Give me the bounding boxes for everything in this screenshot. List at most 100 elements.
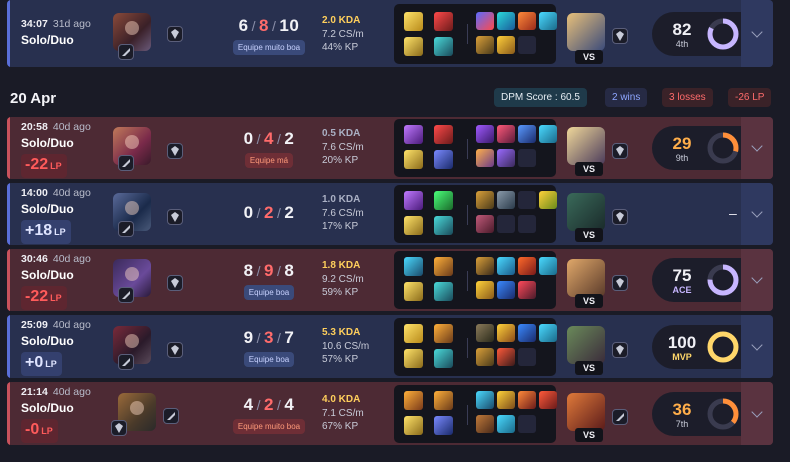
score-value: 75 xyxy=(672,266,692,285)
score-badge: 100 MVP xyxy=(652,325,752,369)
match-row[interactable]: 30:46 40d ago Solo/Duo -22 LP 8/9/8 Equipe… xyxy=(7,249,773,311)
item-icon[interactable] xyxy=(497,324,515,342)
cs-per-min: 9.2 CS/m xyxy=(322,273,364,285)
lp-value: +0 xyxy=(25,354,44,371)
item-icon[interactable] xyxy=(497,125,515,143)
assists: 2 xyxy=(284,203,295,222)
match-row[interactable]: 34:07 31d ago Solo/Duo 6/8/10 Equipe muit… xyxy=(7,0,773,67)
rune-icon xyxy=(404,416,423,435)
item-icon[interactable] xyxy=(476,348,494,366)
match-row[interactable]: 20:58 40d ago Solo/Duo -22 LP 0/4/2 Equipe… xyxy=(7,117,773,179)
kda-block: 4/2/4 Equipe muito boa xyxy=(207,395,331,434)
lp-change: +0 LP xyxy=(21,352,62,376)
assists: 2 xyxy=(284,129,295,148)
summoner-spell-icon xyxy=(434,257,453,276)
kda-ratio: 0.5 KDA xyxy=(322,128,361,139)
kill-participation: 20% KP xyxy=(322,155,359,166)
item-icon[interactable] xyxy=(497,257,515,275)
score-rank: MVP xyxy=(672,352,692,362)
item-icon[interactable] xyxy=(539,391,557,409)
rune-icon xyxy=(167,209,183,225)
item-icon[interactable] xyxy=(539,125,557,143)
item-icon[interactable] xyxy=(476,391,494,409)
score-ring xyxy=(707,331,739,363)
item-icon[interactable] xyxy=(539,324,557,342)
item-slot-empty xyxy=(518,348,536,366)
item-icon[interactable] xyxy=(476,257,494,275)
divider xyxy=(467,338,468,358)
item-icon[interactable] xyxy=(476,215,494,233)
match-row[interactable]: 25:09 40d ago Solo/Duo +0 LP 9/3/7 Equipe … xyxy=(7,315,773,378)
expand-button[interactable] xyxy=(741,117,773,179)
opponent-portrait xyxy=(567,326,605,364)
lp-unit: LP xyxy=(45,359,57,369)
item-icon[interactable] xyxy=(497,391,515,409)
item-icon[interactable] xyxy=(497,191,515,209)
item-icon[interactable] xyxy=(476,12,494,30)
item-icon[interactable] xyxy=(476,324,494,342)
expand-button[interactable] xyxy=(741,0,773,67)
match-date: 40d ago xyxy=(52,253,91,265)
item-icon[interactable] xyxy=(476,281,494,299)
lp-unit: LP xyxy=(54,227,66,237)
team-tag: Equipe má xyxy=(244,153,294,168)
match-date: 31d ago xyxy=(52,18,91,30)
chevron-down-icon xyxy=(751,25,763,38)
match-duration: 25:09 xyxy=(21,319,48,331)
item-icon[interactable] xyxy=(518,12,536,30)
item-icon[interactable] xyxy=(497,415,515,433)
item-icon[interactable] xyxy=(476,415,494,433)
expand-button[interactable] xyxy=(741,183,773,245)
item-icon[interactable] xyxy=(497,36,515,54)
kda-ratio: 1.8 KDA xyxy=(322,260,361,271)
item-icon[interactable] xyxy=(539,12,557,30)
item-slot-empty xyxy=(497,215,515,233)
result-accent xyxy=(7,117,10,179)
expand-button[interactable] xyxy=(741,315,773,378)
divider xyxy=(467,139,468,159)
summoner-spell-icon xyxy=(404,191,423,210)
score-value: – xyxy=(729,205,737,221)
expand-button[interactable] xyxy=(741,382,773,445)
item-icon[interactable] xyxy=(518,324,536,342)
assists: 8 xyxy=(284,261,295,280)
kda-block: 8/9/8 Equipe boa xyxy=(207,261,331,300)
item-icon[interactable] xyxy=(476,191,494,209)
item-icon[interactable] xyxy=(476,36,494,54)
build-panel xyxy=(394,4,557,64)
item-icon[interactable] xyxy=(539,257,557,275)
queue-type: Solo/Duo xyxy=(21,268,74,282)
item-icon[interactable] xyxy=(539,191,557,209)
match-date: 40d ago xyxy=(52,386,91,398)
expand-button[interactable] xyxy=(741,249,773,311)
item-icon[interactable] xyxy=(497,149,515,167)
item-icon[interactable] xyxy=(518,257,536,275)
match-meta: 25:09 40d ago Solo/Duo +0 LP xyxy=(21,319,113,376)
item-icon[interactable] xyxy=(497,348,515,366)
opponent-portrait xyxy=(567,393,605,431)
item-icon[interactable] xyxy=(476,149,494,167)
score-rank: 4th xyxy=(675,39,689,49)
item-icon[interactable] xyxy=(518,391,536,409)
deaths: 8 xyxy=(259,16,269,35)
score-value: 100 xyxy=(667,333,697,352)
score-ring xyxy=(707,398,739,430)
score-rank: 7th xyxy=(675,419,689,429)
item-icon[interactable] xyxy=(497,12,515,30)
role-icon xyxy=(612,28,628,44)
queue-type: Solo/Duo xyxy=(21,401,74,415)
match-duration: 20:58 xyxy=(21,121,48,133)
match-duration: 21:14 xyxy=(21,386,48,398)
score-badge: 82 4th xyxy=(652,12,752,56)
match-stats: 0.5 KDA 7.6 CS/m 20% KP xyxy=(322,127,364,168)
role-icon xyxy=(118,221,134,237)
match-duration: 14:00 xyxy=(21,187,48,199)
item-icon[interactable] xyxy=(518,125,536,143)
match-row[interactable]: 14:00 40d ago Solo/Duo +18 LP 0/2/2 1.0 KD… xyxy=(7,183,773,245)
match-duration: 34:07 xyxy=(21,18,48,30)
item-icon[interactable] xyxy=(476,125,494,143)
match-row[interactable]: 21:14 40d ago Solo/Duo -0 LP 4/2/4 Equipe … xyxy=(7,382,773,445)
item-icon[interactable] xyxy=(518,281,536,299)
item-icon[interactable] xyxy=(497,281,515,299)
kill-participation: 44% KP xyxy=(322,42,359,53)
